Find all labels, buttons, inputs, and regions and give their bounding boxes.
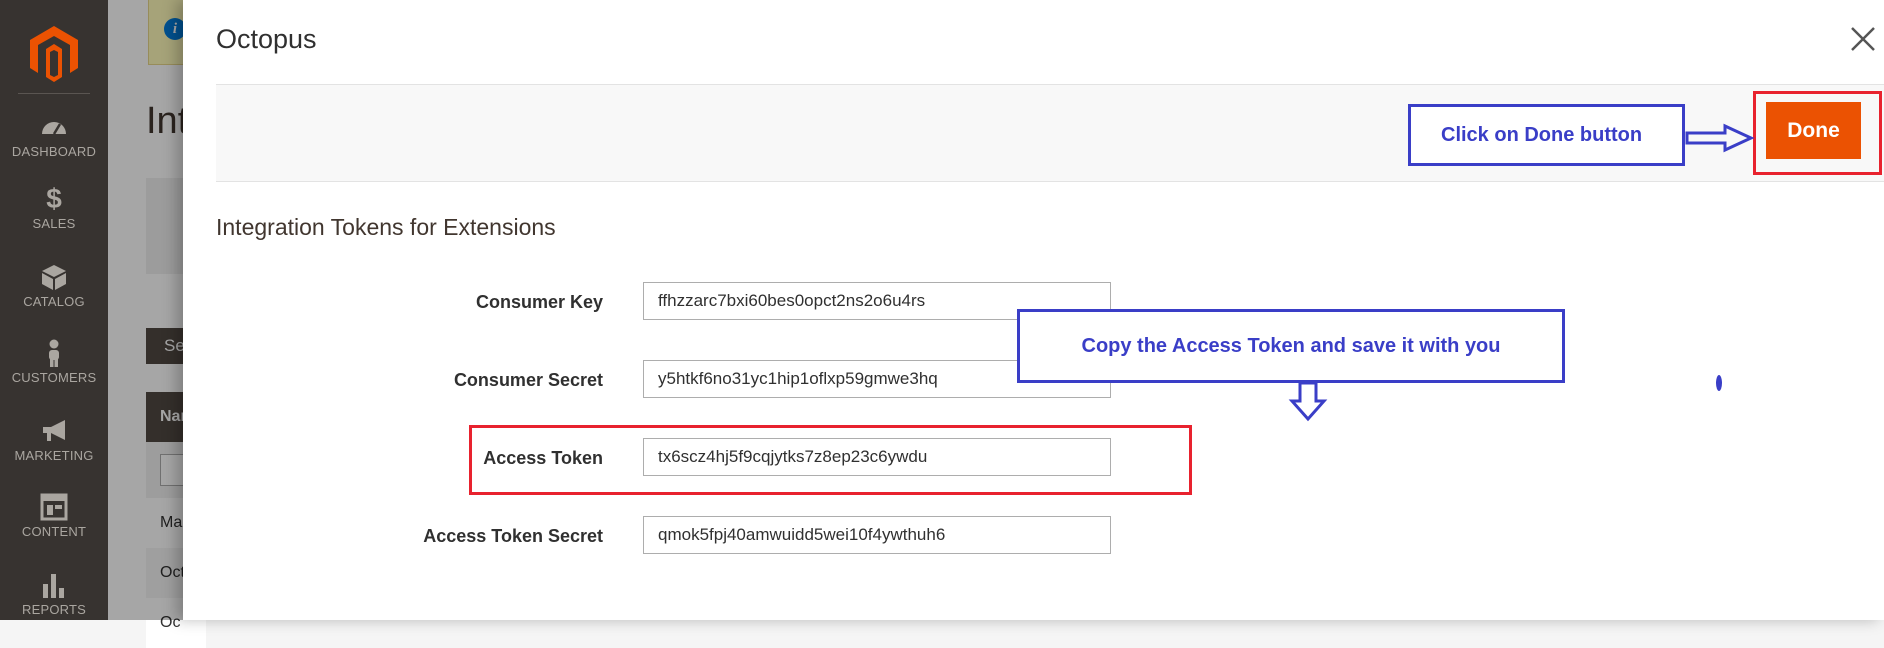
done-highlight-box bbox=[1753, 91, 1882, 175]
sidebar-item-label: DASHBOARD bbox=[11, 144, 97, 159]
close-icon[interactable] bbox=[1844, 20, 1880, 56]
sidebar-item-label: CONTENT bbox=[21, 524, 87, 539]
sidebar-item-reports[interactable]: REPORTS bbox=[0, 570, 108, 617]
sidebar-item-label: MARKETING bbox=[14, 448, 94, 463]
sidebar-item-marketing[interactable]: MARKETING bbox=[0, 416, 108, 463]
access-token-secret-field[interactable] bbox=[643, 516, 1111, 554]
access-token-secret-label: Access Token Secret bbox=[423, 526, 603, 546]
sidebar-item-label: CATALOG bbox=[23, 294, 85, 309]
sidebar-item-dashboard[interactable]: DASHBOARD bbox=[0, 112, 108, 159]
access-token-highlight-box bbox=[469, 425, 1192, 495]
section-title: Integration Tokens for Extensions bbox=[216, 214, 556, 240]
admin-sidebar: DASHBOARD $ SALES CATALOG CUSTOMERS MARK… bbox=[0, 0, 108, 620]
sidebar-item-customers[interactable]: CUSTOMERS bbox=[0, 338, 108, 385]
sidebar-item-catalog[interactable]: CATALOG bbox=[0, 262, 108, 309]
consumer-key-label: Consumer Key bbox=[475, 292, 603, 312]
right-arrow-icon bbox=[1685, 123, 1755, 153]
sidebar-divider bbox=[18, 93, 90, 94]
speedometer-icon bbox=[0, 112, 108, 142]
access-token-callout: Copy the Access Token and save it with y… bbox=[1017, 309, 1565, 383]
box-icon bbox=[0, 262, 108, 292]
modal-title: Octopus bbox=[216, 24, 317, 54]
sidebar-item-label: SALES bbox=[32, 216, 76, 231]
sidebar-item-content[interactable]: CONTENT bbox=[0, 492, 108, 539]
bar-chart-icon bbox=[0, 570, 108, 600]
stray-mark bbox=[1716, 375, 1722, 391]
down-arrow-icon bbox=[1288, 381, 1328, 422]
dollar-icon: $ bbox=[46, 183, 62, 214]
magento-logo-icon[interactable] bbox=[26, 24, 82, 82]
person-icon bbox=[0, 338, 108, 368]
sidebar-item-sales[interactable]: $ SALES bbox=[0, 183, 108, 232]
megaphone-icon bbox=[0, 416, 108, 446]
consumer-secret-label: Consumer Secret bbox=[453, 370, 603, 390]
layout-icon bbox=[0, 492, 108, 522]
sidebar-item-label: REPORTS bbox=[21, 602, 86, 617]
done-callout: Click on Done button bbox=[1408, 104, 1685, 166]
sidebar-item-label: CUSTOMERS bbox=[11, 370, 97, 385]
